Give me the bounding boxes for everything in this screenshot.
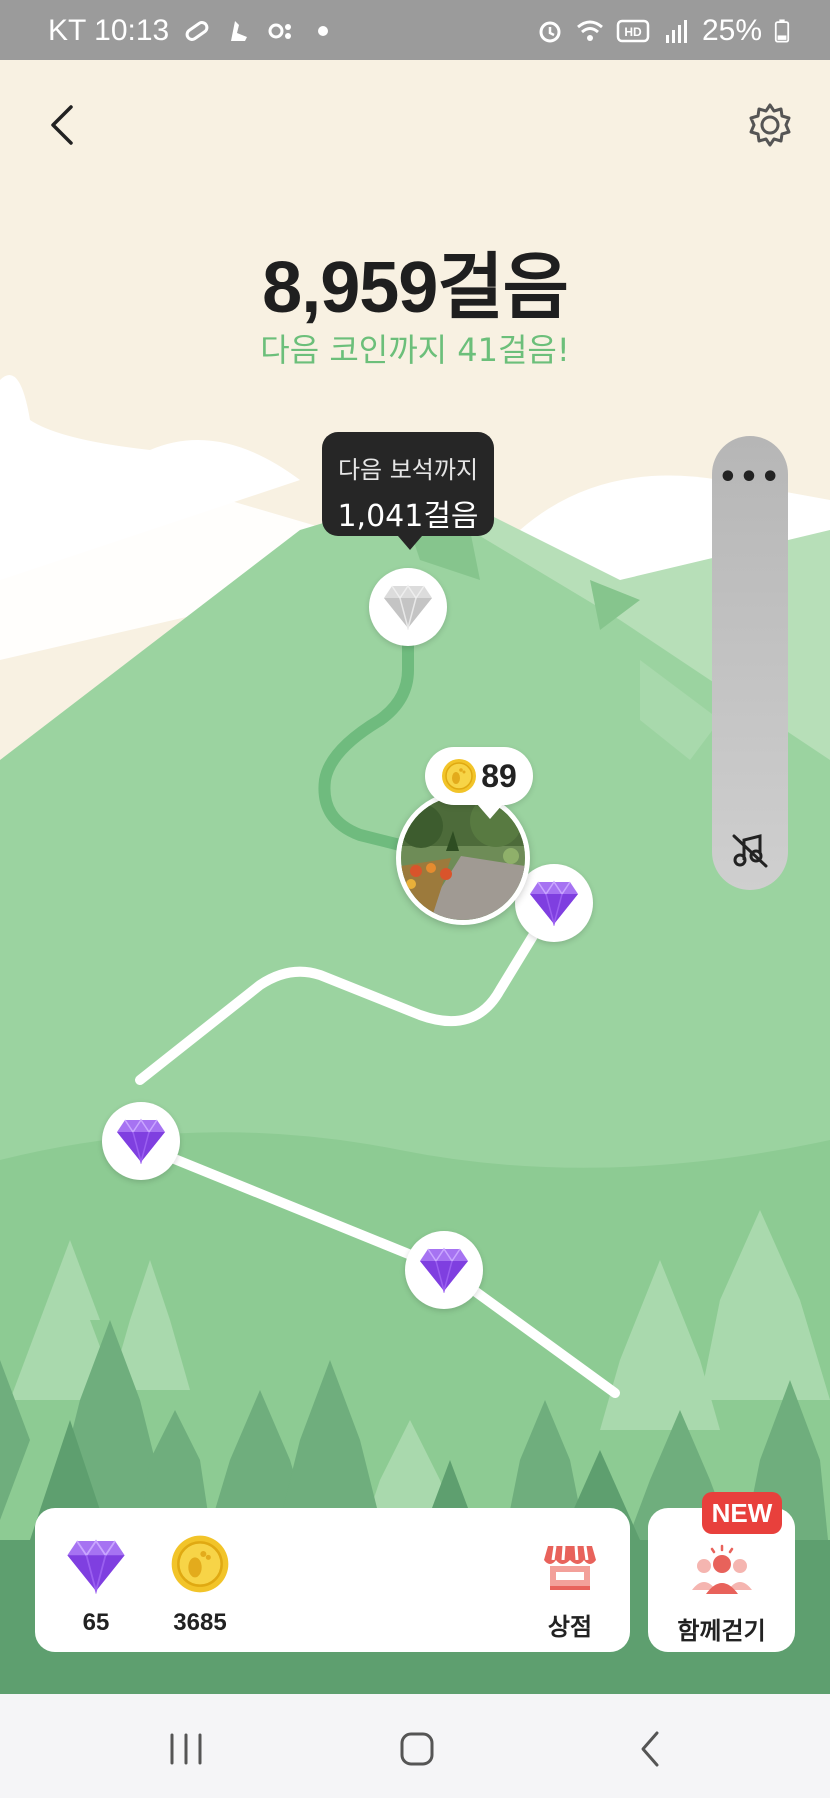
- back-nav-button[interactable]: [620, 1724, 680, 1774]
- walk-together-label: 함께걷기: [677, 1618, 766, 1645]
- status-right: HD 25%: [536, 14, 790, 48]
- diamond-purple-icon: [117, 1118, 165, 1164]
- shop-button[interactable]: 상점: [535, 1538, 605, 1642]
- settings-button[interactable]: [740, 95, 800, 155]
- back-nav-icon: [641, 1731, 659, 1767]
- next-gem-tooltip: 다음 보석까지 1,041걸음: [322, 432, 494, 550]
- signal-icon: [665, 20, 687, 43]
- gem-balance[interactable]: 65: [63, 1538, 129, 1637]
- status-left: KT 10:13: [48, 14, 337, 48]
- coin-count: 3685: [173, 1609, 227, 1636]
- system-nav-bar: [0, 1694, 830, 1798]
- more-dots-icon[interactable]: •••: [712, 460, 788, 495]
- music-off-icon[interactable]: [730, 830, 770, 870]
- pill-icon: [185, 21, 209, 41]
- back-button[interactable]: [32, 95, 92, 155]
- tooltip-line1: 다음 보석까지: [337, 456, 479, 484]
- coin-icon: [171, 1535, 229, 1593]
- garden-photo: [401, 796, 525, 920]
- diamond-purple-icon: [420, 1247, 468, 1293]
- home-button[interactable]: [387, 1724, 447, 1774]
- coin-icon: [442, 759, 477, 793]
- link-icon: [268, 23, 292, 39]
- battery-icon: [774, 19, 790, 43]
- shop-icon: [544, 1545, 596, 1590]
- home-icon: [400, 1732, 434, 1766]
- gem-node[interactable]: [405, 1231, 483, 1309]
- group-people-icon: [691, 1544, 752, 1594]
- gem-node[interactable]: [102, 1102, 180, 1180]
- diamond-purple-icon: [530, 880, 578, 926]
- coin-reward-bubble[interactable]: 89: [425, 747, 533, 819]
- diamond-purple-icon: [67, 1539, 125, 1595]
- new-badge: NEW: [702, 1492, 782, 1534]
- recent-apps-icon: [170, 1733, 202, 1765]
- diamond-gray-icon: [384, 584, 432, 630]
- gem-node-locked[interactable]: [369, 568, 447, 646]
- shoe-icon: [231, 21, 248, 41]
- music-panel: •••: [712, 436, 788, 890]
- coin-balance[interactable]: 3685: [165, 1534, 235, 1637]
- recent-apps-button[interactable]: [156, 1724, 216, 1774]
- alarm-icon: [539, 21, 561, 43]
- next-coin-text: 다음 코인까지 41걸음!: [260, 331, 570, 369]
- chevron-left-icon: [51, 105, 73, 145]
- current-location-photo[interactable]: [396, 791, 530, 925]
- status-bar: KT 10:13 HD 25%: [0, 0, 830, 60]
- hd-icon: HD: [616, 19, 650, 43]
- dot-icon: [318, 26, 329, 36]
- gem-count: 65: [82, 1609, 110, 1636]
- svg-text:HD: HD: [624, 25, 642, 39]
- tooltip-line2: 1,041걸음: [337, 499, 479, 534]
- carrier-time: KT 10:13: [48, 14, 170, 47]
- battery-text: 25%: [701, 14, 762, 47]
- wifi-icon: [576, 20, 603, 41]
- shop-label: 상점: [547, 1614, 593, 1641]
- walk-together-content: 함께걷기: [648, 1544, 795, 1646]
- gear-icon: [749, 103, 791, 147]
- wallet-panel: 65 3685 상점: [35, 1508, 630, 1652]
- step-count: 8,959걸음: [262, 248, 569, 328]
- coin-bubble-value: 89: [481, 757, 517, 794]
